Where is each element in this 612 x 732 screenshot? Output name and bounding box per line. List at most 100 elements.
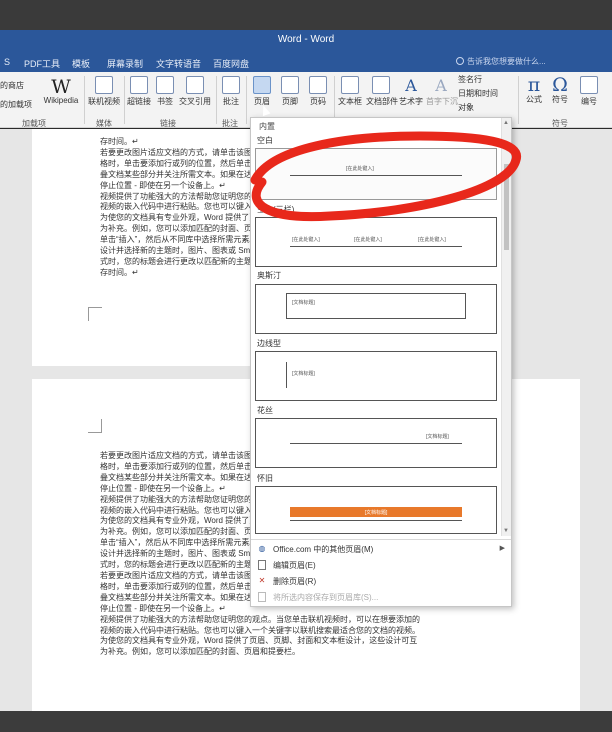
header-button[interactable]: 页眉 — [250, 76, 274, 107]
text-line: 单击“插入”，然后从不同库中选择所需元素。主题和样式也有助于文档保持协调。当您单… — [100, 538, 250, 548]
placeholder-text: [在此处键入] — [346, 166, 374, 172]
equation-button[interactable]: π 公式 — [522, 74, 546, 105]
document-page-1[interactable]: 存时间。↵ 若要更改图片适应文档的方式，请单击该图片，图片旁边将会显示布局选项按… — [32, 129, 260, 366]
wordart-button[interactable]: A 艺术字 — [398, 76, 424, 107]
online-video-button[interactable]: 联机视频 — [88, 76, 120, 107]
hyperlink-button[interactable]: 超链接 — [126, 76, 152, 107]
margin-corner-mark — [88, 307, 102, 321]
text-line: 为使您的文档具有专业外观，Word 提供了页眉、页脚、封面和文本框设计，这些设计… — [100, 213, 250, 223]
omega-icon: Ω — [552, 74, 568, 96]
text-line: 若要更改图片适应文档的方式，请单击该图片，图片旁边将会显示布局选项按钮。当您处理… — [100, 451, 250, 460]
text-line: 停止位置 - 即使在另一个设备上。↵ — [100, 180, 226, 190]
gallery-item-label: 奥斯汀 — [257, 271, 281, 280]
menu-item-label: Office.com 中的其他页眉(M) — [273, 545, 374, 554]
header-option-austin[interactable]: [文档标题] — [255, 284, 497, 334]
ribbon-tabs: S PDF工具 模板 屏幕录制 文字转语音 百度网盘 告诉我您想要做什么... — [0, 52, 612, 72]
comment-button[interactable]: 批注 — [220, 76, 242, 107]
remove-header-item[interactable]: ✕ 删除页眉(R) — [251, 574, 511, 589]
tab-pdf-tools[interactable]: PDF工具 — [24, 57, 60, 70]
tab-baidu-pan[interactable]: 百度网盘 — [213, 57, 249, 70]
scrollbar-thumb[interactable] — [504, 164, 509, 250]
text-line: 存时间。↵ — [100, 267, 139, 277]
header-option-blank-three-column[interactable]: [在此处键入] [在此处键入] [在此处键入] — [255, 217, 497, 267]
page-number-button[interactable]: 页码 — [306, 76, 330, 107]
text-line: 若要更改图片适应文档的方式，请单击该图片，图片旁边将会显示布局选项按钮。当您处理… — [100, 147, 250, 157]
wikipedia-button[interactable]: W Wikipedia — [42, 76, 80, 105]
numbering-label: 编号 — [581, 97, 597, 106]
text-line: 为补充。例如，您可以添加匹配的封面、页眉和提要栏。 — [100, 224, 250, 234]
bookmark-icon — [156, 76, 174, 94]
date-time-button[interactable]: 日期和时间 — [458, 88, 498, 99]
drop-cap-icon: A — [435, 76, 447, 95]
wordart-label: 艺术字 — [399, 97, 423, 106]
header-option-retrospect[interactable]: [文档标题] — [255, 486, 497, 534]
links-group-label: 链接 — [160, 119, 176, 128]
drop-cap-label: 首字下沉 — [426, 97, 458, 106]
header-rule — [290, 246, 462, 247]
symbol-button[interactable]: Ω 符号 — [548, 74, 572, 105]
tab-screen-record[interactable]: 屏幕录制 — [107, 57, 143, 70]
text-line: 为补充。例如，您可以添加匹配的封面、页眉和提要栏。 — [100, 527, 250, 537]
gallery-scrollbar[interactable]: ▲ ▼ — [501, 118, 511, 536]
object-label: 对象 — [458, 103, 474, 112]
header-rule — [290, 520, 462, 521]
tab-cut[interactable]: S — [4, 57, 10, 67]
cross-reference-label: 交叉引用 — [179, 97, 211, 106]
header-rule — [290, 175, 462, 176]
text-line: 存时间。↵ — [100, 137, 139, 146]
my-addins-label: 的加载项 — [0, 100, 32, 109]
text-line: 式时，您的标题会进行更改以匹配新的主题。使用在需要位置出现的新按钮在 Word … — [100, 560, 250, 570]
store-label: 的商店 — [0, 81, 24, 90]
footer-label: 页脚 — [282, 97, 298, 106]
object-button[interactable]: 对象 — [458, 102, 474, 113]
header-option-blank[interactable]: [在此处键入] — [255, 148, 497, 200]
globe-icon: ◍ — [258, 544, 266, 553]
gallery-header-builtin: 内置 — [259, 122, 275, 131]
signature-line-button[interactable]: 签名行 — [458, 74, 482, 85]
edit-header-item[interactable]: 编辑页眉(E) — [251, 558, 511, 573]
gallery-item-label: 空白(三栏) — [257, 205, 295, 214]
sideline-rule — [286, 362, 287, 388]
online-video-label: 联机视频 — [88, 97, 120, 106]
numbering-icon — [580, 76, 598, 94]
text-line: 叠文档某些部分并关注所需文本。如果在达到结尾处之前需要停止读取，Word 会记住… — [100, 472, 250, 482]
quick-parts-button[interactable]: 文档部件 — [366, 76, 398, 107]
tab-tts[interactable]: 文字转语音 — [156, 57, 201, 70]
bookmark-button[interactable]: 书签 — [154, 76, 176, 107]
date-time-label: 日期和时间 — [458, 89, 498, 98]
scroll-down-icon[interactable]: ▼ — [503, 528, 509, 534]
retrospect-orange-bar: [文档标题] — [290, 507, 462, 517]
header-icon — [253, 76, 271, 94]
footer-icon — [281, 76, 299, 94]
header-gallery-dropdown[interactable]: 内置 空白 [在此处键入] 空白(三栏) [在此处键入] [在此处键入] [在此… — [250, 117, 512, 607]
comment-group-label: 批注 — [222, 119, 238, 128]
ribbon-separator — [246, 76, 247, 124]
text-line: 叠文档某些部分并关注所需文本。如果在达到结尾处之前需要停止读取，Word 会记住… — [100, 169, 250, 179]
cross-reference-button[interactable]: 交叉引用 — [178, 76, 212, 107]
footer-button[interactable]: 页脚 — [278, 76, 302, 107]
header-option-filigree[interactable]: [文档标题] — [255, 418, 497, 468]
text-line: 视频的嵌入代码中进行粘贴。您也可以键入一个关键字以联机搜索最适合您的文档的视频。 — [100, 202, 250, 212]
cross-reference-icon — [186, 76, 204, 94]
window-title: Word - Word — [277, 34, 335, 45]
tab-templates[interactable]: 模板 — [72, 57, 90, 70]
tell-me-search[interactable]: 告诉我您想要做什么... — [456, 56, 606, 70]
numbering-button[interactable]: 编号 — [576, 76, 602, 107]
text-line: 为补充。例如，您可以添加匹配的封面、页眉和提要栏。 — [100, 647, 300, 657]
submenu-arrow-icon: ▶ — [499, 545, 505, 552]
placeholder-text: [文档标题] — [292, 300, 315, 306]
ribbon-separator — [518, 76, 519, 124]
store-button-cut[interactable]: 的商店 的加载项 — [0, 80, 32, 110]
scroll-up-icon[interactable]: ▲ — [503, 120, 509, 126]
edit-page-icon — [258, 560, 266, 570]
text-line: 停止位置 - 即使在另一个设备上。↵ — [100, 483, 226, 493]
drop-cap-button[interactable]: A 首字下沉 — [426, 76, 458, 107]
save-selection-to-gallery-item[interactable]: 将所选内容保存到页眉库(S)... — [251, 590, 511, 605]
top-dark-band — [0, 0, 612, 30]
hyperlink-icon — [130, 76, 148, 94]
text-line: 设计并选择新的主题时，图片、图表或 SmartArt 图形将会更改以匹配新的主题… — [100, 246, 250, 256]
text-box-button[interactable]: 文本框 — [336, 76, 364, 107]
header-option-sideline[interactable]: [文档标题] — [255, 351, 497, 401]
more-headers-office-com[interactable]: ◍ Office.com 中的其他页眉(M) ▶ — [251, 542, 511, 557]
ribbon-separator — [124, 76, 125, 124]
